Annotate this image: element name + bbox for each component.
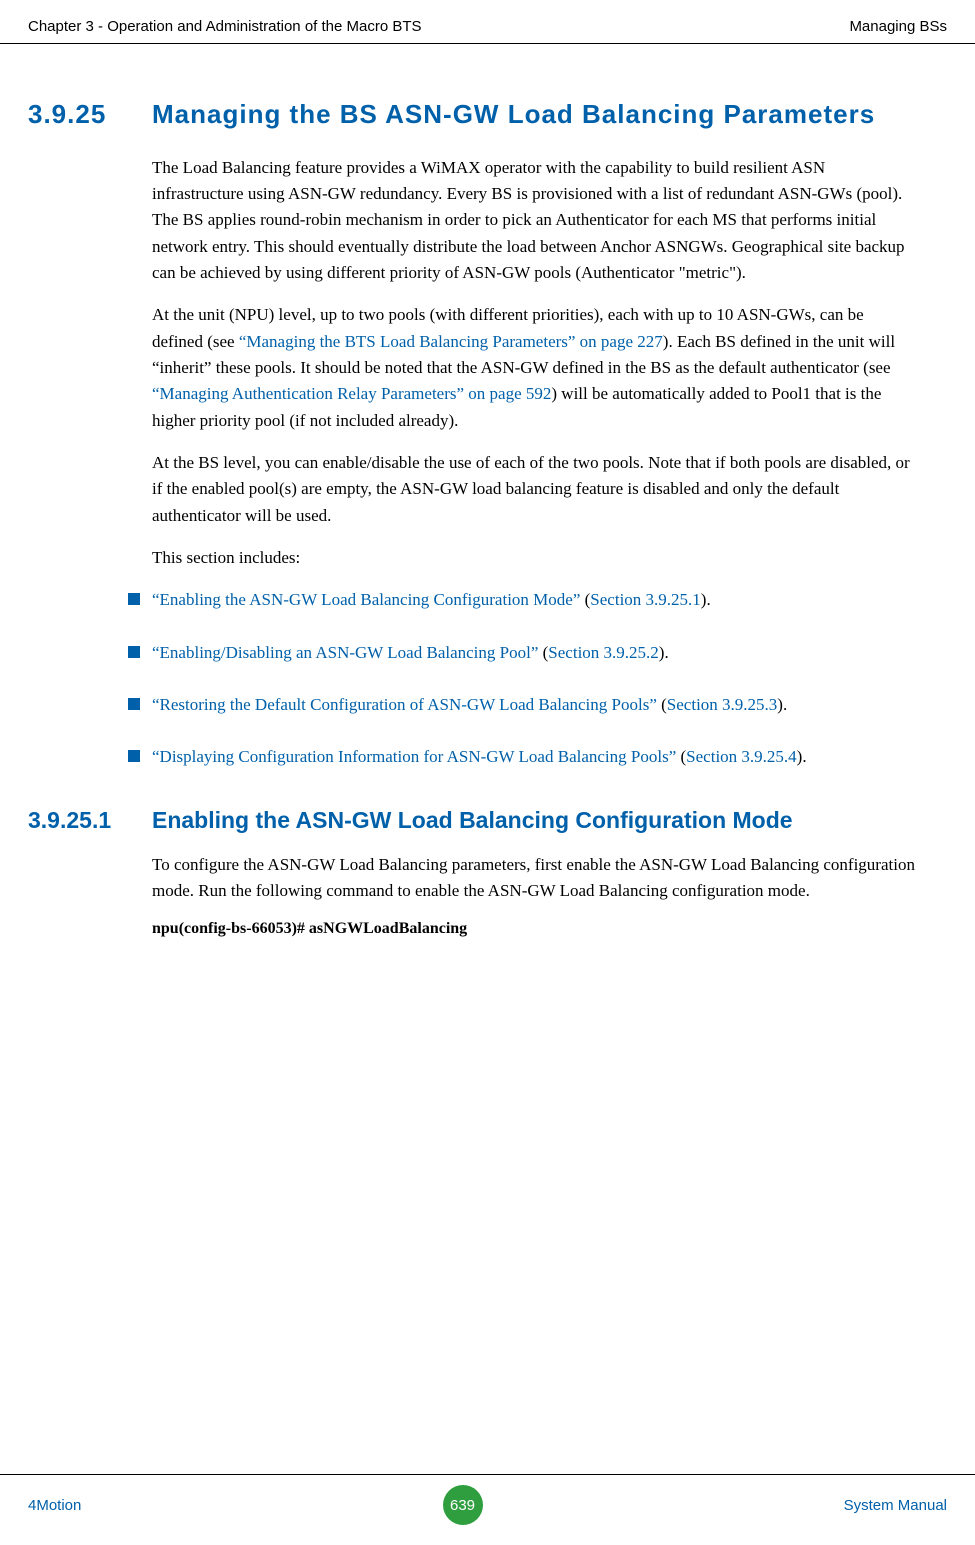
subsection-heading: 3.9.25.1 Enabling the ASN-GW Load Balanc… [28,807,915,834]
paragraph-2: At the unit (NPU) level, up to two pools… [152,302,915,434]
bullet-link[interactable]: “Displaying Configuration Information fo… [152,747,676,766]
list-item: “Enabling the ASN-GW Load Balancing Conf… [128,587,915,613]
bullet-section-link[interactable]: Section 3.9.25.1 [590,590,701,609]
square-bullet-icon [128,646,140,658]
bullet-paren-open: ( [580,590,590,609]
list-item: “Displaying Configuration Information fo… [128,744,915,770]
header-right: Managing BSs [849,18,947,35]
list-item: “Restoring the Default Configuration of … [128,692,915,718]
link-auth-relay[interactable]: “Managing Authentication Relay Parameter… [152,384,551,403]
bullet-section-link[interactable]: Section 3.9.25.4 [686,747,797,766]
body-block: The Load Balancing feature provides a Wi… [152,155,915,771]
square-bullet-icon [128,750,140,762]
square-bullet-icon [128,698,140,710]
subsection-title: Enabling the ASN-GW Load Balancing Confi… [152,807,793,834]
bullet-text: “Enabling/Disabling an ASN-GW Load Balan… [152,640,669,666]
square-bullet-icon [128,593,140,605]
bullet-section-link[interactable]: Section 3.9.25.3 [667,695,778,714]
bullet-paren-open: ( [657,695,667,714]
bullet-paren-close: ). [777,695,787,714]
list-item: “Enabling/Disabling an ASN-GW Load Balan… [128,640,915,666]
page-footer: 4Motion 639 System Manual [0,1474,975,1525]
bullet-paren-close: ). [701,590,711,609]
bullet-text: “Restoring the Default Configuration of … [152,692,787,718]
subsection-body: To configure the ASN-GW Load Balancing p… [152,852,915,939]
bullet-paren-close: ). [797,747,807,766]
bullet-list: “Enabling the ASN-GW Load Balancing Conf… [152,587,915,770]
bullet-section-link[interactable]: Section 3.9.25.2 [548,643,659,662]
section-number: 3.9.25 [28,99,152,130]
page-header: Chapter 3 - Operation and Administration… [0,0,975,44]
bullet-paren-open: ( [538,643,548,662]
subsection-paragraph: To configure the ASN-GW Load Balancing p… [152,852,915,905]
page-number: 639 [443,1485,483,1525]
footer-right: System Manual [844,1497,947,1514]
section-title: Managing the BS ASN-GW Load Balancing Pa… [152,98,875,131]
page-content: 3.9.25 Managing the BS ASN-GW Load Balan… [0,44,975,938]
paragraph-1: The Load Balancing feature provides a Wi… [152,155,915,287]
section-heading: 3.9.25 Managing the BS ASN-GW Load Balan… [28,98,915,131]
paragraph-3: At the BS level, you can enable/disable … [152,450,915,529]
bullet-link[interactable]: “Restoring the Default Configuration of … [152,695,657,714]
header-left: Chapter 3 - Operation and Administration… [28,18,422,35]
bullet-paren-close: ). [659,643,669,662]
bullet-text: “Enabling the ASN-GW Load Balancing Conf… [152,587,711,613]
bullet-paren-open: ( [676,747,686,766]
bullet-link[interactable]: “Enabling/Disabling an ASN-GW Load Balan… [152,643,538,662]
bullet-text: “Displaying Configuration Information fo… [152,744,807,770]
paragraph-4: This section includes: [152,545,915,571]
command-line: npu(config-bs-66053)# asNGWLoadBalancing [152,920,915,938]
bullet-link[interactable]: “Enabling the ASN-GW Load Balancing Conf… [152,590,580,609]
link-bts-load-balancing[interactable]: “Managing the BTS Load Balancing Paramet… [239,332,663,351]
footer-left: 4Motion [28,1497,81,1514]
subsection-number: 3.9.25.1 [28,807,152,834]
